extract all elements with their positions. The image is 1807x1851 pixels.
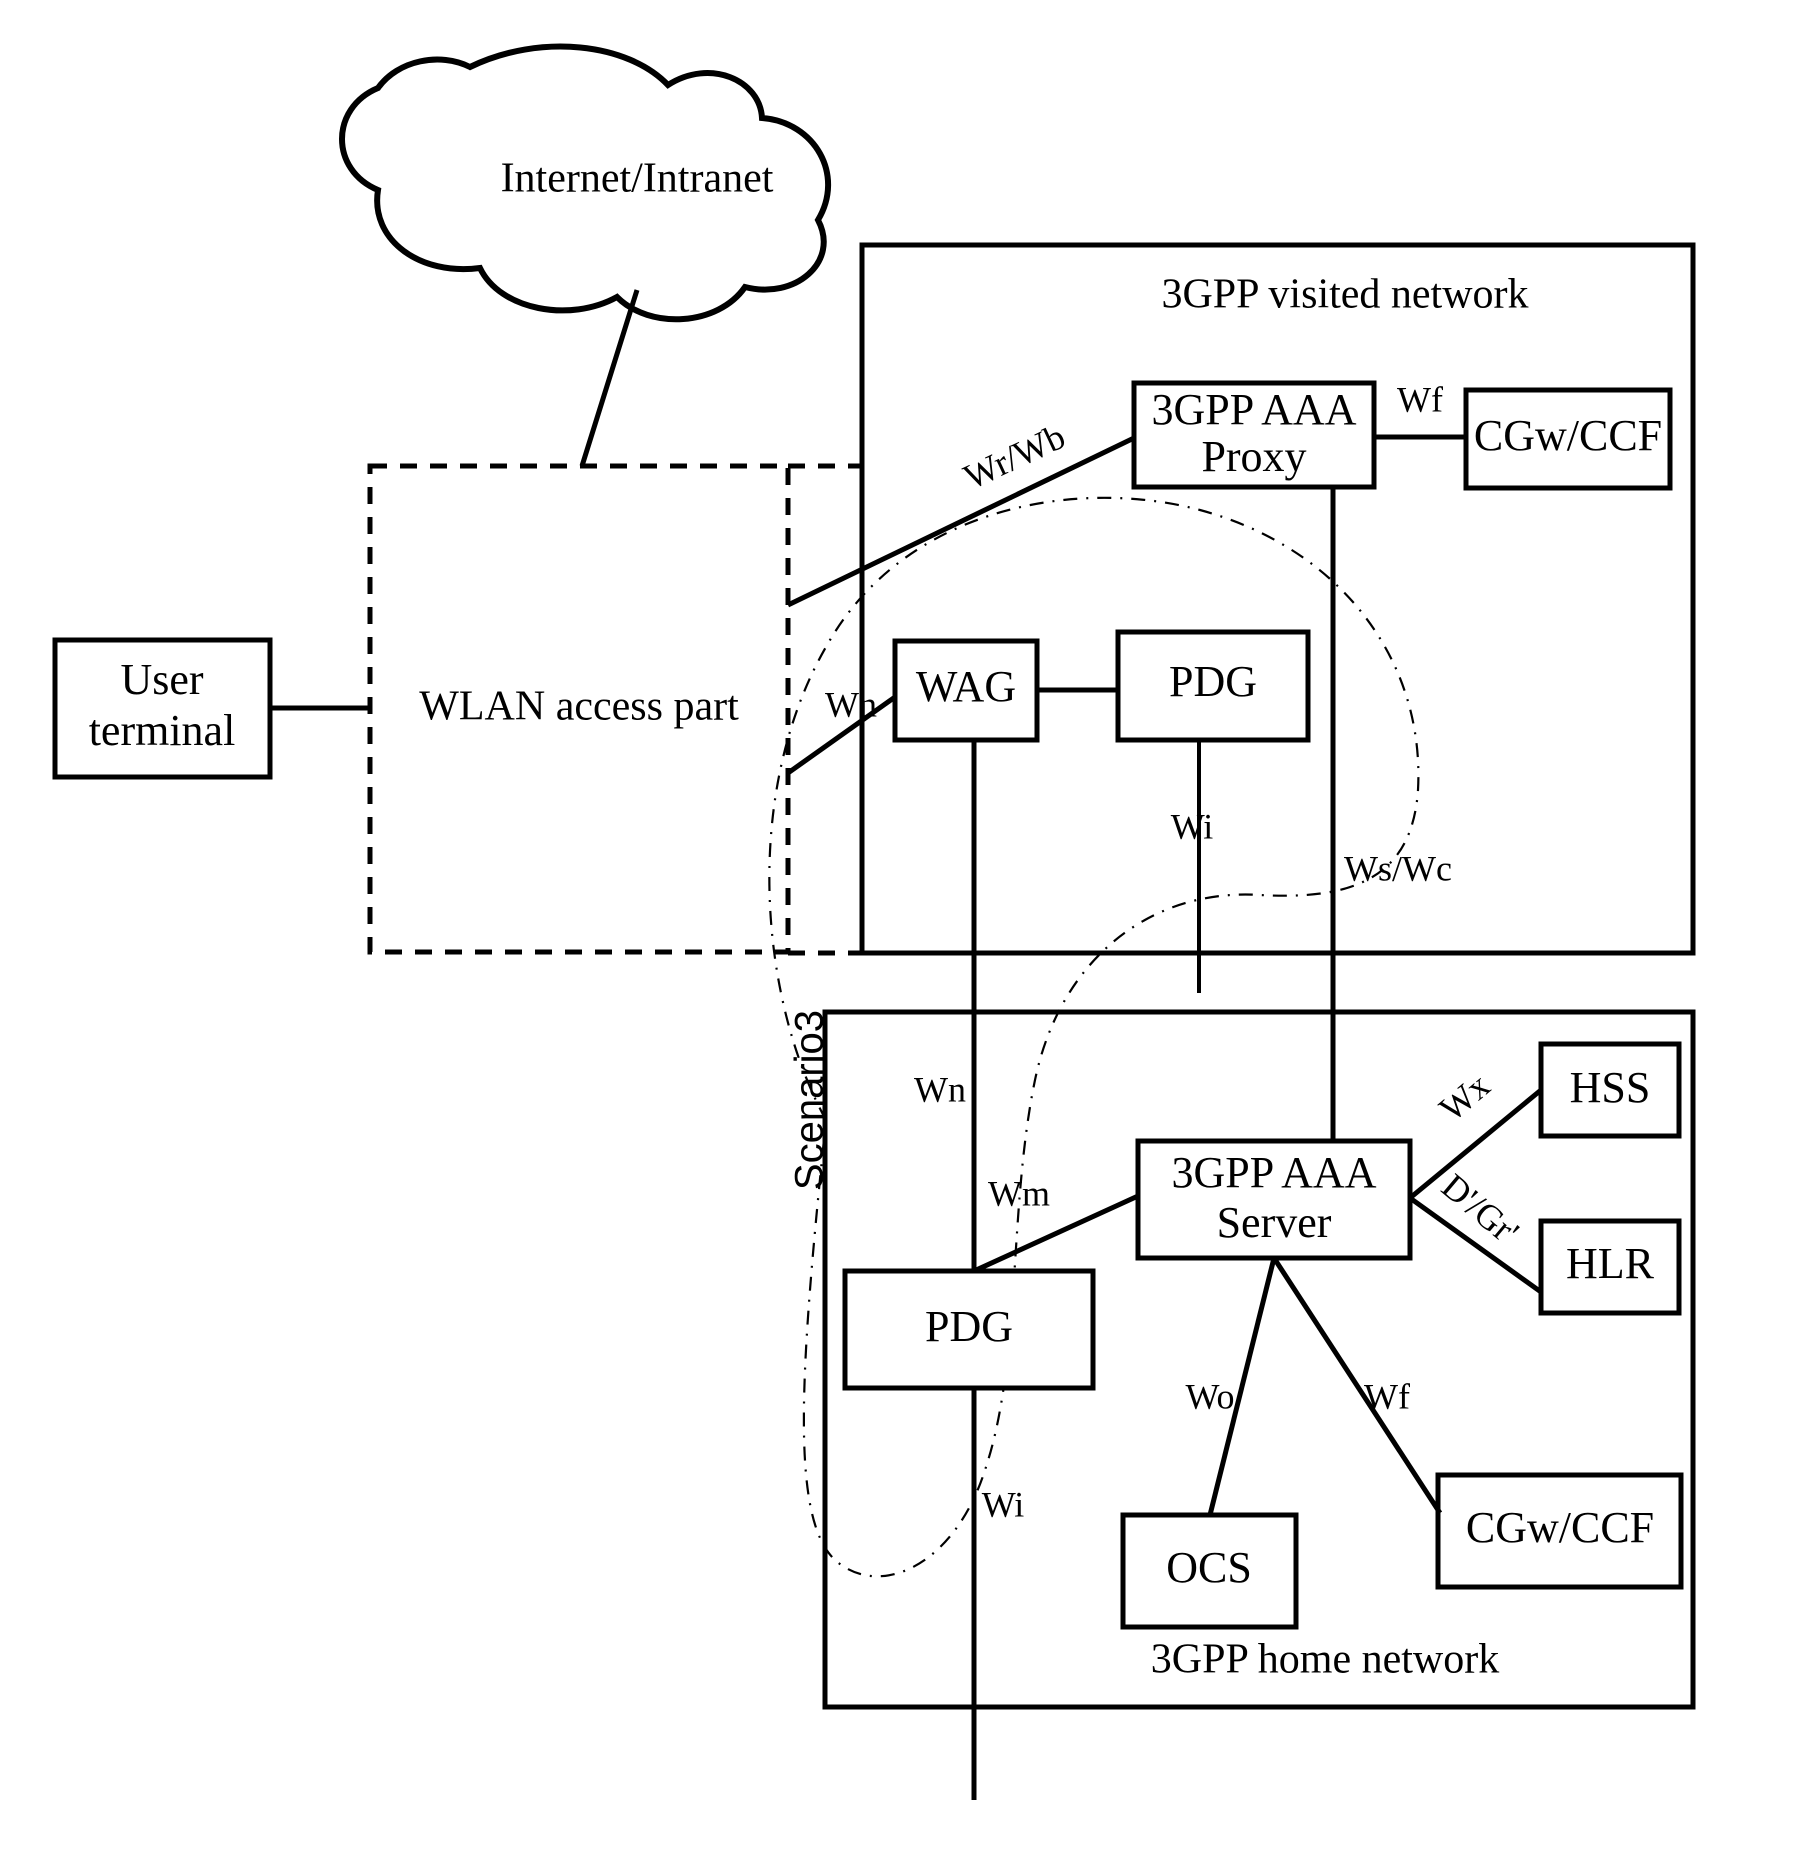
network-architecture-diagram: 3GPP visited network 3GPP home network W… [0, 0, 1807, 1851]
node-wag-label: WAG [916, 662, 1016, 711]
interface-label-wm: Wm [988, 1173, 1050, 1213]
interface-label-wx: Wx [1432, 1065, 1498, 1129]
link-internet-to-wlan [579, 289, 640, 467]
node-aaa-server-label-2: Server [1217, 1198, 1332, 1247]
interface-label-wn-home: Wn [914, 1069, 966, 1109]
node-pdg-visited-label: PDG [1169, 657, 1257, 706]
region-visited-network-label: 3GPP visited network [1161, 272, 1528, 318]
node-cgw-ccf-home-label: CGw/CCF [1466, 1503, 1654, 1552]
node-user-terminal-label-2: terminal [89, 706, 236, 755]
node-hlr-label: HLR [1566, 1239, 1655, 1288]
interface-label-wf-visited: Wf [1397, 379, 1443, 419]
node-aaa-proxy-label-1: 3GPP AAA [1152, 385, 1357, 434]
node-pdg-home-label: PDG [925, 1302, 1013, 1351]
interface-label-wf-home: Wf [1364, 1376, 1410, 1416]
link-aaa-server-to-cgw-home [1271, 1256, 1443, 1515]
interface-label-d-gr: D'/Gr' [1434, 1166, 1526, 1253]
internet-intranet-label: Internet/Intranet [501, 156, 774, 202]
node-aaa-proxy-label-2: Proxy [1201, 432, 1306, 481]
region-wlan-access-part-label: WLAN access part [419, 684, 739, 730]
node-user-terminal-label-1: User [120, 655, 203, 704]
node-cgw-ccf-visited-label: CGw/CCF [1474, 411, 1662, 460]
node-hss-label: HSS [1570, 1063, 1651, 1112]
region-visited-network [859, 242, 1696, 956]
interface-label-wo: Wo [1185, 1376, 1234, 1416]
region-home-network-label: 3GPP home network [1151, 1637, 1499, 1683]
interface-label-wr-wb: Wr/Wb [958, 416, 1071, 497]
scenario3-boundary [768, 496, 1420, 1578]
node-ocs-label: OCS [1166, 1543, 1252, 1592]
node-aaa-server-label-1: 3GPP AAA [1172, 1148, 1377, 1197]
scenario3-label: Scenario3 [788, 1010, 832, 1190]
interface-label-wn-visited: Wn [825, 684, 877, 724]
interface-label-wi-visited: Wi [1171, 806, 1214, 846]
interface-label-ws-wc: Ws/Wc [1344, 848, 1452, 888]
interface-label-wi-home: Wi [982, 1484, 1025, 1524]
